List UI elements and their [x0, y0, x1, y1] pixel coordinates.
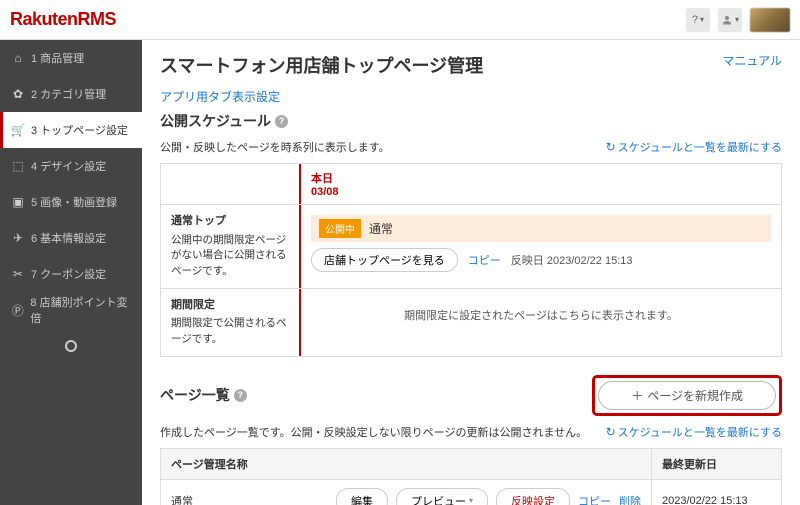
delete-link[interactable]: 削除 [619, 493, 641, 505]
col-updated: 最終更新日 [652, 448, 782, 479]
schedule-desc: 公開・反映したページを時系列に表示します。 [160, 139, 390, 155]
row-page-name: 通常 [171, 493, 193, 505]
plane-icon: ✈ [11, 231, 25, 245]
home-icon: ⌂ [11, 51, 25, 65]
layout-icon: ⬚ [11, 159, 25, 173]
col-page-name: ページ管理名称 [161, 448, 652, 479]
sidebar-collapse-icon[interactable] [65, 340, 77, 352]
image-icon: ▣ [11, 195, 25, 209]
plus-icon: ＋ [631, 387, 643, 404]
limited-empty-msg: 期間限定に設定されたページはこちらに表示されます。 [311, 299, 771, 331]
create-page-button[interactable]: ＋ページを新規作成 [598, 381, 776, 410]
app-tab-settings-link[interactable]: アプリ用タブ表示設定 [160, 88, 280, 105]
sidebar-item-basic[interactable]: ✈6 基本情報設定 [0, 220, 142, 256]
help-icon[interactable]: ? [275, 115, 288, 128]
row-updated: 2023/02/22 15:13 [652, 479, 782, 505]
limited-desc: 期間限定で公開されるページです。 [171, 316, 289, 348]
manual-link[interactable]: マニュアル [722, 52, 782, 69]
normal-top-desc: 公開中の期間限定ページがない場合に公開されるページです。 [171, 233, 289, 280]
cart-icon: 🛒 [11, 123, 25, 137]
sidebar-item-media[interactable]: ▣5 画像・動画登録 [0, 184, 142, 220]
sidebar-item-design[interactable]: ⬚4 デザイン設定 [0, 148, 142, 184]
page-title: スマートフォン用店舗トップページ管理 [160, 52, 483, 78]
today-date: 03/08 [311, 186, 771, 198]
rakuten-rms-logo: RakutenRMS [10, 9, 116, 30]
sidebar-item-products[interactable]: ⌂1 商品管理 [0, 40, 142, 76]
limited-title: 期間限定 [171, 297, 289, 314]
sidebar-item-coupon[interactable]: ✂7 クーポン設定 [0, 256, 142, 292]
page-name: 通常 [369, 220, 393, 237]
publish-status-badge: 公開中 [319, 219, 361, 238]
help-menu-button[interactable]: ?▾ [686, 8, 710, 32]
page-list-heading: ページ一覧 ? [160, 385, 247, 405]
sidebar-item-category[interactable]: ✿2 カテゴリ管理 [0, 76, 142, 112]
page-list-desc: 作成したページ一覧です。公開・反映設定しない限りページの更新は公開されません。 [160, 424, 587, 440]
view-storefront-button[interactable]: 店舗トップページを見る [311, 248, 458, 272]
sidebar-item-toppage[interactable]: 🛒3 トップページ設定 [0, 112, 142, 148]
user-menu-button[interactable]: ▾ [718, 8, 742, 32]
refresh-schedule-link[interactable]: スケジュールと一覧を最新にする [606, 139, 782, 155]
reflected-date: 反映日 2023/02/22 15:13 [511, 252, 633, 268]
schedule-heading: 公開スケジュール ? [160, 111, 782, 131]
table-row: 通常 編集 プレビュー▾ 反映設定 コピー 削除 2023/02/22 15:1… [161, 479, 782, 505]
copy-link[interactable]: コピー [468, 252, 501, 268]
copy-link[interactable]: コピー [578, 493, 611, 505]
preview-button[interactable]: プレビュー▾ [396, 488, 488, 505]
coupon-icon: ✂ [11, 267, 25, 281]
gear-icon: ✿ [11, 87, 25, 101]
edit-button[interactable]: 編集 [336, 488, 388, 505]
sidebar-item-point[interactable]: Ⓟ8 店舗別ポイント変倍 [0, 292, 142, 328]
reflect-button[interactable]: 反映設定 [496, 488, 570, 505]
point-icon: Ⓟ [11, 302, 24, 319]
refresh-list-link[interactable]: スケジュールと一覧を最新にする [606, 424, 782, 440]
today-label: 本日 [311, 170, 771, 186]
chevron-down-icon: ▾ [469, 496, 473, 505]
normal-top-title: 通常トップ [171, 213, 289, 230]
help-icon[interactable]: ? [234, 389, 247, 402]
shop-avatar[interactable] [750, 8, 790, 32]
